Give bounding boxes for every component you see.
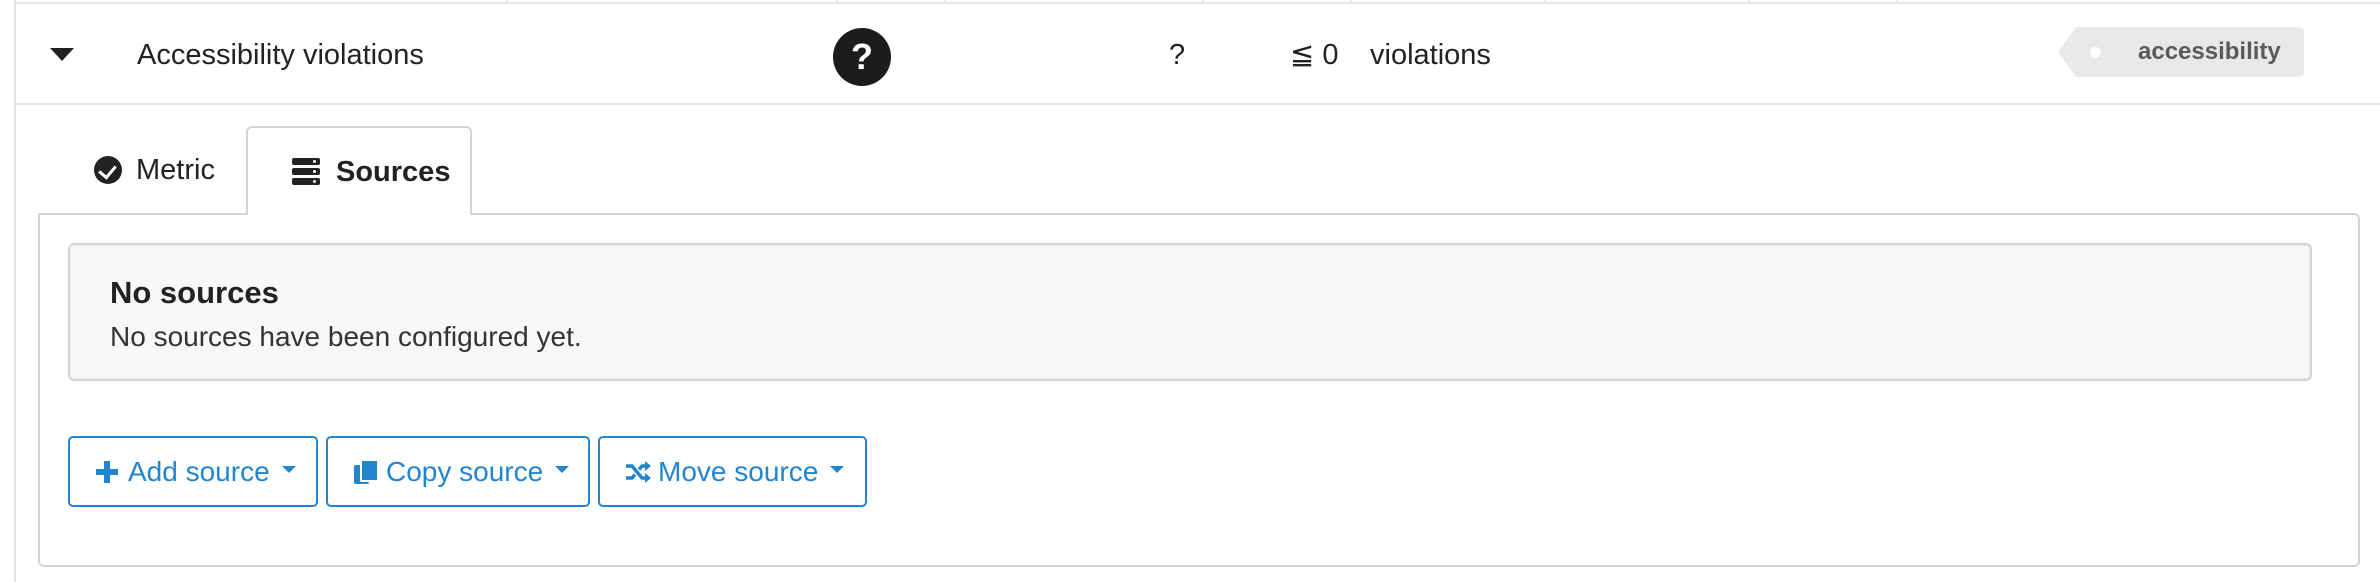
add-source-label: Add source [128,456,270,487]
tag-hole-icon [2090,47,2101,58]
shuffle-icon [624,459,651,485]
measurement-value: ? [1169,39,1186,71]
unit-label: violations [1370,39,1491,71]
tab-sources[interactable]: Sources [246,126,472,215]
dropdown-caret-icon [830,466,845,473]
sources-tab-panel: No sources No sources have been configur… [38,213,2360,567]
copy-icon [352,458,379,485]
target-value: ≦ 0 [1290,39,1339,71]
move-source-label: Move source [658,456,819,487]
question-circle-icon: ? [833,28,891,86]
copy-source-button[interactable]: Copy source [326,436,590,507]
copy-source-label: Copy source [386,456,544,487]
tag-text: accessibility [2138,38,2281,65]
tab-metric-label: Metric [136,153,215,186]
message-header: No sources [110,275,279,310]
plus-icon [94,459,120,485]
dropdown-caret-icon [555,466,570,473]
server-icon [292,158,320,185]
move-source-button[interactable]: Move source [598,436,867,507]
message-body: No sources have been configured yet. [110,321,582,352]
metric-table: Accessibility violations ? ? ≦ 0 violati… [14,0,2380,582]
check-circle-icon [94,156,122,184]
add-source-button[interactable]: Add source [68,436,318,507]
tag-label[interactable]: accessibility [2058,27,2304,77]
metric-name: Accessibility violations [137,39,424,71]
tab-metric[interactable]: Metric [46,126,248,213]
metric-row[interactable]: Accessibility violations ? ? ≦ 0 violati… [16,4,2380,105]
no-sources-message: No sources No sources have been configur… [68,243,2312,381]
dropdown-caret-icon [281,466,296,473]
collapse-caret-icon[interactable] [50,48,74,61]
tab-sources-label: Sources [336,155,451,188]
